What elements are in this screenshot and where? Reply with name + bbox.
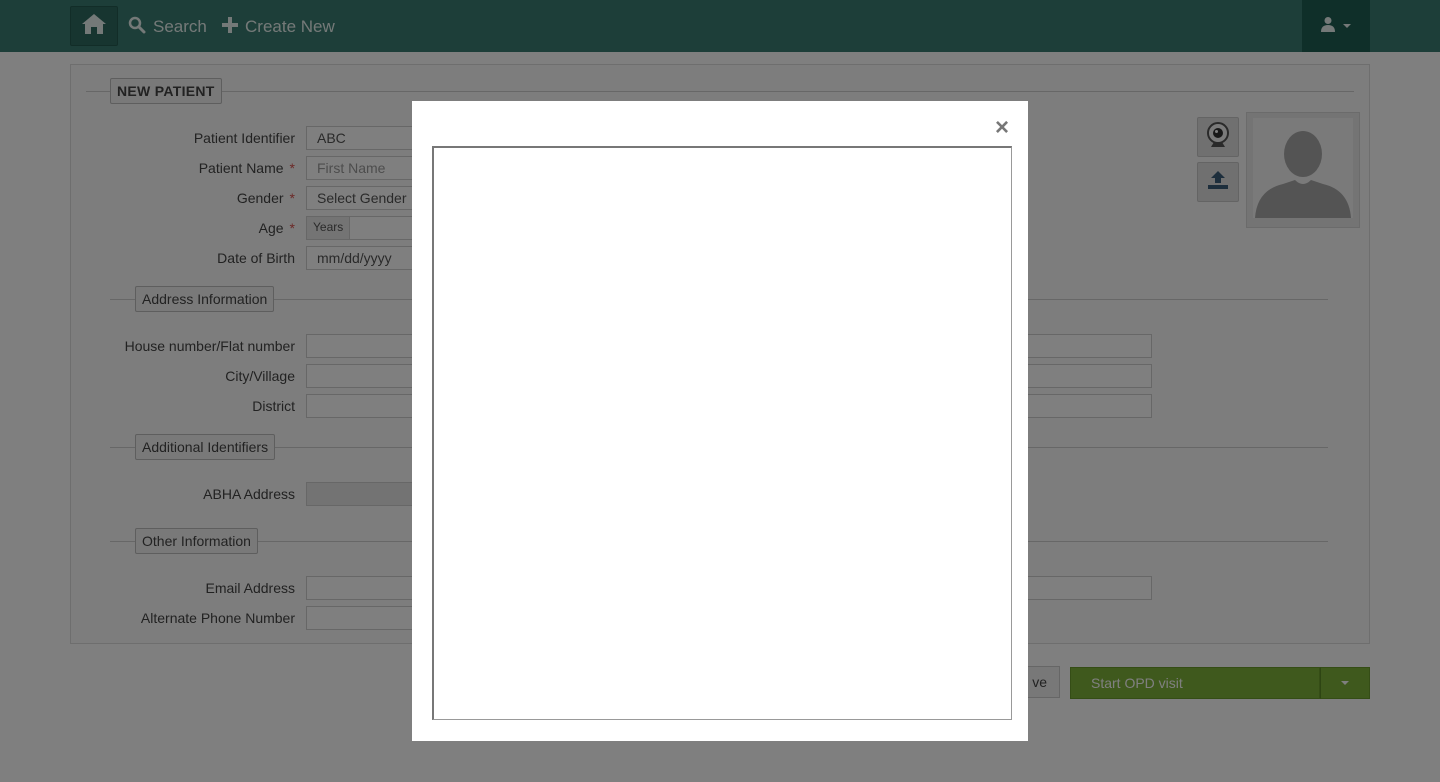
modal-content-frame bbox=[432, 146, 1012, 720]
close-icon[interactable]: × bbox=[990, 115, 1014, 141]
modal-dialog: × bbox=[412, 101, 1028, 741]
